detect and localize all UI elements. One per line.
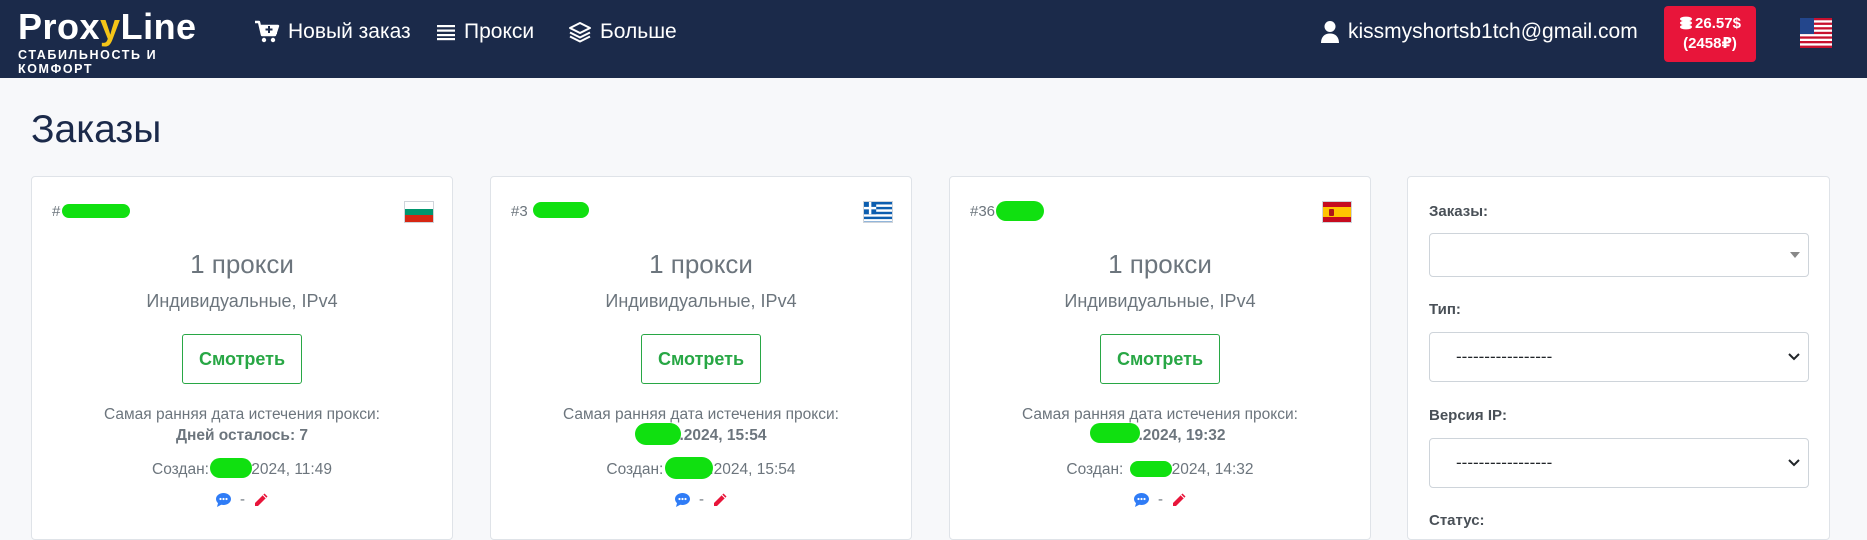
proxyline-logo[interactable]: ProxyLine СТАБИЛЬНОСТЬ И КОМФОРТ	[18, 6, 218, 77]
page-title: Заказы	[31, 108, 162, 151]
nav-new-order[interactable]: Новый заказ	[254, 18, 411, 46]
balance-usd: 26.57$	[1695, 15, 1741, 32]
view-order-button[interactable]: Смотреть	[1100, 334, 1220, 384]
expiry-label: Самая ранняя дата истечения прокси:	[563, 406, 839, 423]
user-account-menu[interactable]: kissmyshortsb1tch@gmail.com	[1320, 18, 1638, 46]
view-order-button[interactable]: Смотреть	[641, 334, 761, 384]
filter-type-label: Тип:	[1429, 301, 1461, 318]
created-prefix: Создан:	[152, 461, 209, 478]
bulgaria-flag-icon	[404, 201, 434, 223]
proxy-type: Индивидуальные, IPv4	[605, 291, 797, 311]
nav-more-label: Больше	[600, 20, 677, 43]
balance-rub: (2458₽)	[1683, 35, 1737, 52]
order-card: # 1 прокси Индивидуальные, IPv4 Смотреть…	[31, 176, 453, 540]
proxy-count: 1 прокси	[190, 249, 294, 279]
created-value: .2024, 15:54	[709, 461, 796, 478]
ip-select-value: -----------------	[1456, 453, 1553, 472]
card-actions: -	[491, 491, 911, 508]
spain-flag-icon	[1322, 201, 1352, 223]
redaction-mark	[635, 423, 681, 445]
expiry-label: Самая ранняя дата истечения прокси:	[104, 406, 380, 423]
nav-proxies[interactable]: Прокси	[436, 18, 534, 46]
order-card: #36 1 прокси Индивидуальные, IPv4 Смотре…	[949, 176, 1371, 540]
orders-filter-panel: Заказы: Тип: ----------------- Версия IP…	[1407, 176, 1830, 540]
balance-button[interactable]: 26.57$ (2458₽)	[1664, 6, 1756, 62]
orders-select[interactable]	[1429, 233, 1809, 277]
expiry-value: Дней осталось: 7	[175, 427, 309, 444]
chevron-down-icon	[1788, 353, 1800, 361]
caret-down-icon	[1790, 252, 1800, 258]
order-card: #3 1 прокси Индивидуальные, IPv4 Смотрет…	[490, 176, 912, 540]
actions-separator: -	[240, 491, 245, 508]
coins-icon	[1680, 16, 1693, 30]
greece-flag-icon	[863, 201, 893, 223]
layers-icon	[569, 22, 591, 43]
nav-proxies-label: Прокси	[464, 20, 535, 43]
proxy-count: 1 прокси	[649, 249, 753, 279]
expiry-value-text: .2024, 19:32	[1138, 427, 1226, 444]
chevron-down-icon	[1788, 459, 1800, 467]
expiry-value: .2024, 15:54	[491, 427, 911, 445]
type-select-value: -----------------	[1456, 347, 1553, 366]
expiry-value-text: .2024, 15:54	[679, 427, 767, 444]
logo-wordmark: ProxyLine	[18, 6, 197, 47]
card-actions: -	[950, 491, 1370, 508]
comment-icon[interactable]	[674, 492, 691, 508]
balance-usd-row: 26.57$	[1664, 14, 1756, 34]
order-id: #3	[511, 203, 528, 220]
nav-more[interactable]: Больше	[568, 18, 677, 46]
us-flag-icon[interactable]	[1800, 18, 1832, 48]
redaction-mark	[62, 204, 130, 218]
redaction-mark	[210, 458, 252, 478]
actions-separator: -	[1158, 491, 1163, 508]
expiry-value: .2024, 19:32	[950, 427, 1370, 445]
created-value: .2024, 14:32	[1167, 461, 1254, 478]
order-id: #	[52, 203, 61, 220]
user-email: kissmyshortsb1tch@gmail.com	[1348, 20, 1638, 43]
order-id: #36	[970, 203, 996, 220]
edit-pencil-icon[interactable]	[253, 492, 269, 508]
filter-ip-label: Версия IP:	[1429, 407, 1507, 424]
ip-version-select[interactable]: -----------------	[1429, 438, 1809, 488]
redaction-mark	[996, 201, 1044, 221]
created-prefix: Создан:	[1066, 461, 1124, 478]
created-value: .2024, 11:49	[246, 461, 332, 478]
cart-plus-icon	[255, 20, 280, 43]
edit-pencil-icon[interactable]	[1171, 492, 1187, 508]
proxy-count: 1 прокси	[1108, 249, 1212, 279]
filter-orders-label: Заказы:	[1429, 203, 1489, 220]
redaction-mark	[665, 457, 713, 479]
filter-status-label: Статус:	[1429, 512, 1485, 529]
card-actions: -	[32, 491, 452, 508]
edit-pencil-icon[interactable]	[712, 492, 728, 508]
type-select[interactable]: -----------------	[1429, 332, 1809, 382]
proxy-type: Индивидуальные, IPv4	[146, 291, 338, 311]
actions-separator: -	[699, 491, 704, 508]
user-icon	[1321, 21, 1339, 43]
proxy-type: Индивидуальные, IPv4	[1064, 291, 1256, 311]
comment-icon[interactable]	[1133, 492, 1150, 508]
redaction-mark	[1090, 423, 1140, 443]
view-order-button[interactable]: Смотреть	[182, 334, 302, 384]
comment-icon[interactable]	[215, 492, 232, 508]
created-prefix: Создан:	[606, 461, 664, 478]
top-navbar: ProxyLine СТАБИЛЬНОСТЬ И КОМФОРТ Новый з…	[0, 0, 1867, 78]
redaction-mark	[1130, 461, 1172, 477]
nav-new-order-label: Новый заказ	[288, 20, 411, 43]
logo-tagline: СТАБИЛЬНОСТЬ И КОМФОРТ	[18, 48, 158, 76]
redaction-mark	[533, 202, 589, 218]
list-icon	[437, 25, 455, 41]
expiry-label: Самая ранняя дата истечения прокси:	[1022, 406, 1298, 423]
